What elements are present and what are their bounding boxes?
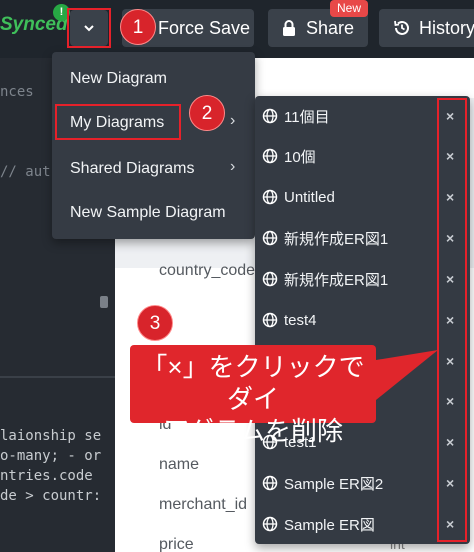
callout-line-1: 「×」をクリックでダイ [141, 352, 365, 414]
callout-line-2: アグラムを削除 [163, 416, 343, 446]
callout-pointer [376, 350, 438, 400]
instruction-callout: 「×」をクリックでダイ アグラムを削除 [130, 345, 376, 446]
